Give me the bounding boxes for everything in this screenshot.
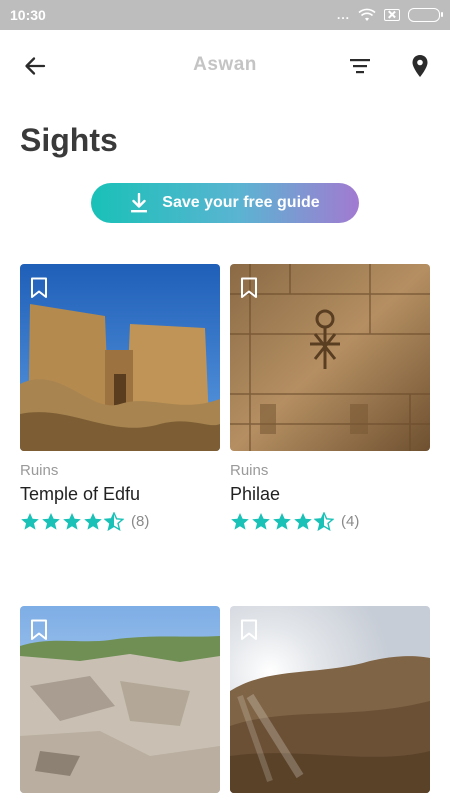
filter-icon: [350, 59, 370, 74]
sight-category: Ruins: [20, 462, 59, 479]
review-count: (8): [131, 513, 150, 530]
sight-photo: [230, 264, 430, 451]
status-bar: 10:30 ...: [0, 0, 450, 30]
bookmark-icon[interactable]: [30, 277, 48, 299]
sight-photo: [20, 606, 220, 793]
save-guide-button[interactable]: Save your free guide: [91, 183, 359, 223]
half-star-icon: [104, 512, 124, 531]
wifi-icon: [358, 8, 376, 21]
bookmark-icon[interactable]: [240, 619, 258, 641]
map-button[interactable]: [402, 48, 438, 84]
bookmark-icon[interactable]: [240, 277, 258, 299]
review-count: (4): [341, 513, 360, 530]
star-icon: [84, 513, 102, 530]
sight-photo: [20, 264, 220, 451]
rating: (4): [230, 512, 430, 531]
star-icon: [63, 513, 81, 530]
location-pin-icon: [412, 55, 428, 77]
sight-name: Temple of Edfu: [20, 484, 141, 504]
download-icon: [131, 193, 148, 213]
sight-card[interactable]: [20, 606, 220, 793]
sight-card[interactable]: [230, 606, 430, 793]
toolbar-title: Aswan: [193, 54, 257, 75]
star-icon: [252, 513, 270, 530]
sight-category: Ruins: [230, 462, 269, 479]
save-guide-label: Save your free guide: [162, 194, 320, 211]
toolbar: Aswan: [0, 30, 450, 102]
sight-photo: [230, 606, 430, 793]
battery-icon: [408, 8, 443, 22]
status-time: 10:30: [10, 7, 46, 23]
status-icons: ...: [336, 7, 443, 23]
half-star-icon: [314, 512, 334, 531]
star-icon: [294, 513, 312, 530]
star-icon: [273, 513, 291, 530]
more-dots-icon: ...: [336, 8, 350, 22]
filter-button[interactable]: [342, 48, 378, 84]
page-title: Sights: [20, 122, 118, 158]
sight-name: Philae: [230, 484, 281, 504]
star-icon: [21, 513, 39, 530]
sight-card-temple-of-edfu[interactable]: Ruins Temple of Edfu (8): [20, 264, 220, 531]
sim-icon: [384, 9, 400, 21]
sight-card-philae[interactable]: Ruins Philae (4): [230, 264, 430, 531]
star-icon: [231, 513, 249, 530]
bookmark-icon[interactable]: [30, 619, 48, 641]
rating: (8): [20, 512, 220, 531]
star-icon: [42, 513, 60, 530]
